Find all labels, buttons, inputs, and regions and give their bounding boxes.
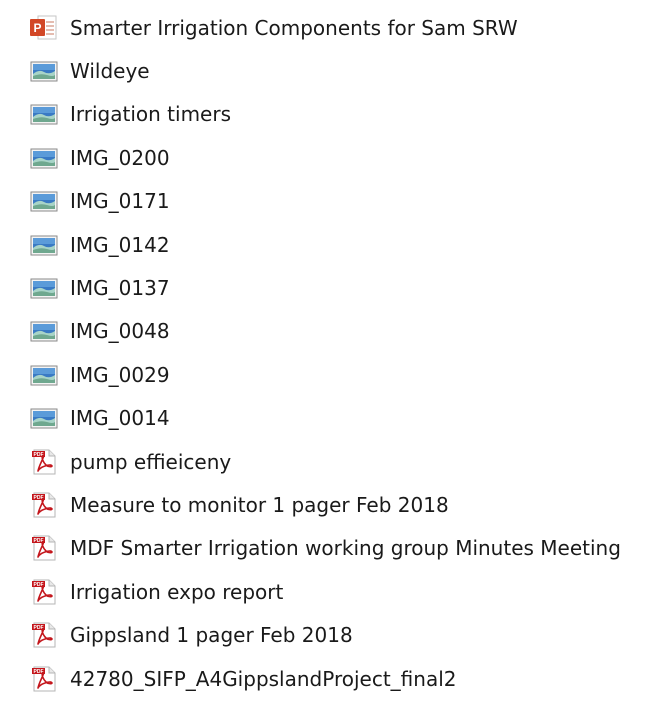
file-row[interactable]: IMG_0200 [0, 136, 658, 179]
image-file-icon [29, 274, 63, 302]
image-file-icon [29, 187, 63, 215]
pdf-icon: PDF [29, 534, 63, 562]
file-name[interactable]: Irrigation expo report [70, 580, 283, 604]
file-name[interactable]: IMG_0014 [70, 406, 170, 430]
file-row[interactable]: IMG_0014 [0, 397, 658, 440]
file-list: P Smarter Irrigation Components for Sam … [0, 6, 658, 700]
file-name[interactable]: IMG_0137 [70, 276, 170, 300]
pdf-icon: PDF [29, 665, 63, 693]
file-row[interactable]: PDF pump effieiceny [0, 440, 658, 483]
pdf-icon: PDF [29, 578, 63, 606]
image-file-icon [29, 231, 63, 259]
file-name[interactable]: IMG_0029 [70, 363, 170, 387]
image-file-icon [29, 317, 63, 345]
file-name[interactable]: Gippsland 1 pager Feb 2018 [70, 623, 353, 647]
file-row[interactable]: PDF 42780_SIFP_A4GippslandProject_final2 [0, 657, 658, 700]
file-row[interactable]: P Smarter Irrigation Components for Sam … [0, 6, 658, 49]
file-name[interactable]: Irrigation timers [70, 102, 231, 126]
file-name[interactable]: 42780_SIFP_A4GippslandProject_final2 [70, 667, 456, 691]
file-row[interactable]: Irrigation timers [0, 93, 658, 136]
file-name[interactable]: Measure to monitor 1 pager Feb 2018 [70, 493, 449, 517]
file-row[interactable]: IMG_0171 [0, 180, 658, 223]
file-row[interactable]: IMG_0137 [0, 266, 658, 309]
file-name[interactable]: IMG_0200 [70, 146, 170, 170]
file-name[interactable]: IMG_0048 [70, 319, 170, 343]
pdf-icon: PDF [29, 621, 63, 649]
svg-text:P: P [33, 21, 41, 35]
file-row[interactable]: PDF Gippsland 1 pager Feb 2018 [0, 613, 658, 656]
file-row[interactable]: IMG_0048 [0, 310, 658, 353]
file-name[interactable]: MDF Smarter Irrigation working group Min… [70, 536, 621, 560]
image-file-icon [29, 404, 63, 432]
file-name[interactable]: Smarter Irrigation Components for Sam SR… [70, 16, 518, 40]
file-row[interactable]: PDF Measure to monitor 1 pager Feb 2018 [0, 483, 658, 526]
image-file-icon [29, 361, 63, 389]
pdf-icon: PDF [29, 448, 63, 476]
file-row[interactable]: IMG_0142 [0, 223, 658, 266]
pdf-icon: PDF [29, 491, 63, 519]
file-row[interactable]: PDF MDF Smarter Irrigation working group… [0, 527, 658, 570]
file-name[interactable]: IMG_0142 [70, 233, 170, 257]
image-file-icon [29, 100, 63, 128]
image-file-icon [29, 144, 63, 172]
powerpoint-icon: P [29, 14, 63, 42]
image-file-icon [29, 57, 63, 85]
file-row[interactable]: Wildeye [0, 49, 658, 92]
file-name[interactable]: IMG_0171 [70, 189, 170, 213]
file-name[interactable]: pump effieiceny [70, 450, 231, 474]
file-row[interactable]: PDF Irrigation expo report [0, 570, 658, 613]
file-name[interactable]: Wildeye [70, 59, 150, 83]
file-row[interactable]: IMG_0029 [0, 353, 658, 396]
